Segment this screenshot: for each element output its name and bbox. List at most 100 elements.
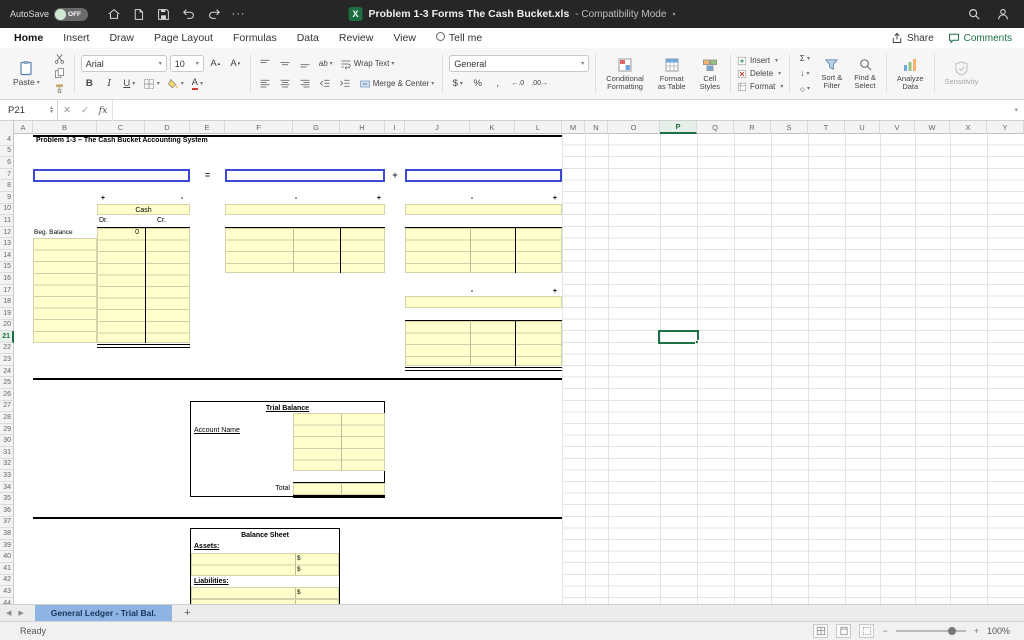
- zoom-level[interactable]: 100%: [987, 626, 1010, 636]
- find-select-button[interactable]: Find & Select: [850, 51, 880, 96]
- column-header-J[interactable]: J: [405, 121, 470, 134]
- cash-cr-label[interactable]: Cr.: [157, 215, 166, 227]
- column-header-T[interactable]: T: [808, 121, 845, 134]
- insert-cells-button[interactable]: Insert ▾: [737, 56, 783, 66]
- align-bottom-icon[interactable]: [297, 55, 314, 72]
- total-label[interactable]: Total: [194, 483, 290, 495]
- cash-account-name-cell[interactable]: Cash: [97, 203, 190, 216]
- account-name-label[interactable]: Account Name: [194, 425, 240, 437]
- font-size-select[interactable]: 10 ▾: [169, 55, 204, 72]
- cash-entry-cells[interactable]: [97, 227, 190, 343]
- more-commands-icon[interactable]: ···: [231, 7, 246, 22]
- menu-review[interactable]: Review: [339, 32, 373, 44]
- account-icon[interactable]: [995, 7, 1010, 22]
- currency-button[interactable]: $ ▾: [449, 75, 466, 92]
- menu-insert[interactable]: Insert: [63, 32, 89, 44]
- row-header-10[interactable]: 10: [0, 203, 14, 216]
- row-header-33[interactable]: 33: [0, 470, 14, 482]
- formula-input[interactable]: [112, 99, 1014, 121]
- column-header-M[interactable]: M: [562, 121, 585, 134]
- cell-styles-button[interactable]: Cell Styles: [696, 51, 724, 96]
- liabilities-label[interactable]: Liabilities:: [194, 576, 229, 588]
- font-color-button[interactable]: A ▾: [189, 75, 206, 92]
- copy-button[interactable]: [51, 66, 68, 80]
- row-header-28[interactable]: 28: [0, 412, 14, 424]
- conditional-formatting-button[interactable]: Conditional Formatting: [602, 51, 648, 96]
- equation-box-assets[interactable]: [33, 169, 190, 182]
- row-header-17[interactable]: 17: [0, 284, 14, 297]
- redo-icon[interactable]: [206, 7, 221, 22]
- borders-button[interactable]: ▾: [141, 75, 162, 92]
- cancel-icon[interactable]: ✕: [58, 105, 76, 116]
- row-header-37[interactable]: 37: [0, 516, 14, 529]
- row-header-41[interactable]: 41: [0, 562, 14, 575]
- insert-function-icon[interactable]: fx: [94, 105, 112, 116]
- row-header-11[interactable]: 11: [0, 215, 14, 227]
- row-header-34[interactable]: 34: [0, 481, 14, 494]
- right-account-name-cell[interactable]: [405, 203, 562, 216]
- name-box-stepper[interactable]: ▲ ▼: [49, 106, 54, 115]
- row-header-30[interactable]: 30: [0, 435, 14, 448]
- tab-scroll-left-icon[interactable]: ◀: [6, 609, 14, 617]
- row-header-19[interactable]: 19: [0, 307, 14, 320]
- align-left-icon[interactable]: [257, 75, 274, 92]
- column-header-F[interactable]: F: [225, 121, 293, 134]
- underline-button[interactable]: U ▾: [121, 75, 138, 92]
- align-center-icon[interactable]: [277, 75, 294, 92]
- row-header-38[interactable]: 38: [0, 528, 14, 540]
- clear-button[interactable]: ○ ▾: [796, 82, 813, 96]
- zoom-out-icon[interactable]: −: [882, 626, 887, 636]
- row-header-23[interactable]: 23: [0, 354, 14, 366]
- column-header-S[interactable]: S: [771, 121, 808, 134]
- menu-formulas[interactable]: Formulas: [233, 32, 277, 44]
- normal-view-icon[interactable]: [813, 624, 829, 638]
- row-header-5[interactable]: 5: [0, 145, 14, 158]
- liabilities-amount-cells[interactable]: [191, 587, 339, 599]
- row-header-40[interactable]: 40: [0, 551, 14, 563]
- column-header-U[interactable]: U: [845, 121, 880, 134]
- column-header-W[interactable]: W: [915, 121, 950, 134]
- align-right-icon[interactable]: [297, 75, 314, 92]
- trial-balance-amount-cells[interactable]: [293, 413, 385, 472]
- increase-indent-icon[interactable]: [337, 75, 354, 92]
- beg-balance-value[interactable]: 0: [97, 227, 142, 239]
- row-header-26[interactable]: 26: [0, 389, 14, 401]
- column-header-E[interactable]: E: [190, 121, 225, 134]
- menu-view[interactable]: View: [393, 32, 416, 44]
- menu-tell-me[interactable]: Tell me: [436, 32, 482, 44]
- column-header-B[interactable]: B: [33, 121, 97, 134]
- decrease-font-size-button[interactable]: A ▾: [227, 55, 244, 72]
- sort-filter-button[interactable]: Sort & Filter: [817, 51, 846, 96]
- row-header-24[interactable]: 24: [0, 365, 14, 378]
- right2-entry-c ells[interactable]: [405, 320, 562, 366]
- column-header-A[interactable]: A: [14, 121, 33, 134]
- zoom-slider[interactable]: [895, 627, 966, 635]
- search-icon[interactable]: [966, 7, 981, 22]
- format-as-table-button[interactable]: Format as Table: [654, 51, 690, 96]
- menu-draw[interactable]: Draw: [109, 32, 134, 44]
- page-break-view-icon[interactable]: [859, 624, 875, 638]
- row-header-39[interactable]: 39: [0, 539, 14, 552]
- row-header-42[interactable]: 42: [0, 574, 14, 587]
- select-all-corner[interactable]: [0, 121, 14, 134]
- comments-button[interactable]: Comments: [948, 32, 1012, 44]
- sensitivity-button[interactable]: Sensitivity: [941, 60, 983, 87]
- assets-amount-cells[interactable]: [191, 552, 339, 576]
- format-painter-button[interactable]: [51, 82, 68, 96]
- italic-button[interactable]: I: [101, 75, 118, 92]
- column-header-H[interactable]: H: [340, 121, 385, 134]
- row-header-15[interactable]: 15: [0, 261, 14, 274]
- increase-font-size-button[interactable]: A ▴: [207, 55, 224, 72]
- merge-center-button[interactable]: Merge & Center ▾: [357, 75, 436, 92]
- menu-home[interactable]: Home: [14, 32, 43, 44]
- analyze-data-button[interactable]: Analyze Data: [893, 56, 928, 92]
- row-header-31[interactable]: 31: [0, 447, 14, 459]
- comma-button[interactable]: ,: [489, 75, 506, 92]
- right-entry-cells[interactable]: [405, 227, 562, 274]
- row-header-43[interactable]: 43: [0, 586, 14, 598]
- row-header-8[interactable]: 8: [0, 180, 14, 192]
- fill-handle[interactable]: [695, 340, 699, 345]
- column-header-D[interactable]: D: [145, 121, 190, 134]
- row-header-32[interactable]: 32: [0, 458, 14, 471]
- row-header-20[interactable]: 20: [0, 319, 14, 332]
